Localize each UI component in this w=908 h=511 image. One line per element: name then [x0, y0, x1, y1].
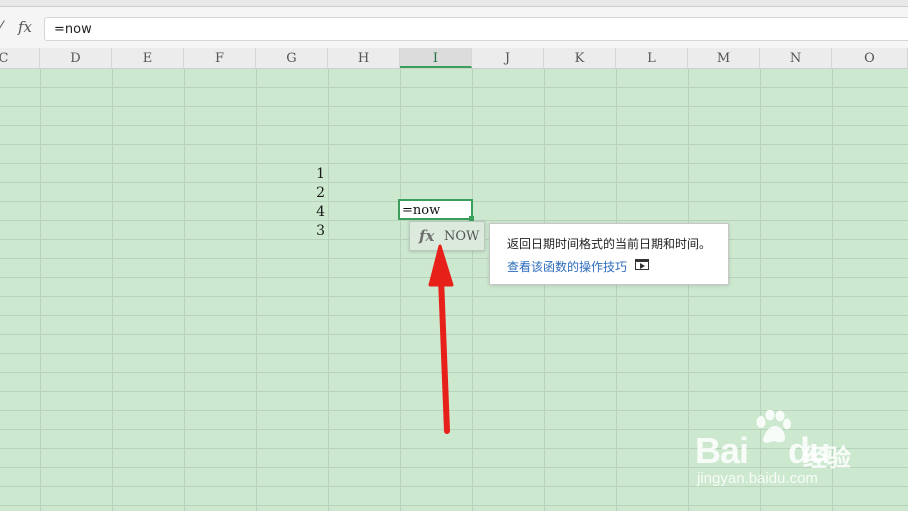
grid-row-line [0, 467, 908, 468]
grid-row-line [0, 486, 908, 487]
grid-row-line [0, 391, 908, 392]
grid-column-line [832, 69, 833, 511]
column-header-n[interactable]: N [760, 48, 832, 68]
grid-row-line [0, 258, 908, 259]
function-description: 返回日期时间格式的当前日期和时间。 [507, 237, 712, 251]
formula-cancel-icon[interactable]: ⁄ [0, 19, 10, 35]
video-play-icon[interactable] [635, 259, 649, 270]
top-strip [0, 0, 908, 7]
grid-column-line [40, 69, 41, 511]
formula-bar: ⁄ fx =now [0, 7, 908, 48]
grid-row-line [0, 315, 908, 316]
fx-icon: fx [419, 227, 435, 245]
grid-row-line [0, 410, 908, 411]
column-header-e[interactable]: E [112, 48, 184, 68]
cell-h-row-1[interactable]: 1 [285, 166, 325, 182]
grid-row-line [0, 296, 908, 297]
grid-row-line [0, 353, 908, 354]
grid-column-line [400, 69, 401, 511]
column-header-k[interactable]: K [544, 48, 616, 68]
grid-column-line [184, 69, 185, 511]
grid-row-line [0, 448, 908, 449]
cell-grid[interactable] [0, 69, 908, 511]
grid-row-line [0, 125, 908, 126]
column-header-d[interactable]: D [40, 48, 112, 68]
grid-row-line [0, 182, 908, 183]
column-header-o[interactable]: O [832, 48, 908, 68]
grid-row-line [0, 429, 908, 430]
column-header-m[interactable]: M [688, 48, 760, 68]
function-name[interactable]: NOW [444, 229, 479, 244]
insert-function-icon[interactable]: fx [18, 18, 32, 36]
column-header-j[interactable]: J [472, 48, 544, 68]
grid-row-line [0, 144, 908, 145]
grid-column-line [544, 69, 545, 511]
grid-row-line [0, 106, 908, 107]
grid-row-line [0, 505, 908, 506]
grid-column-line [688, 69, 689, 511]
grid-row-line [0, 372, 908, 373]
grid-column-line [112, 69, 113, 511]
column-header-h[interactable]: H [328, 48, 400, 68]
cell-h-row-4[interactable]: 3 [285, 223, 325, 239]
grid-column-line [760, 69, 761, 511]
column-header-i[interactable]: I [400, 48, 472, 68]
cell-h-row-2[interactable]: 2 [285, 185, 325, 201]
function-tips-link[interactable]: 查看该函数的操作技巧 [507, 258, 627, 275]
function-tooltip: 返回日期时间格式的当前日期和时间。 查看该函数的操作技巧 [489, 223, 729, 285]
formula-input[interactable]: =now [44, 17, 908, 41]
column-header-c[interactable]: C [0, 48, 40, 68]
grid-column-line [256, 69, 257, 511]
column-headers: C D E F G H I J K L M N O [0, 48, 908, 69]
grid-row-line [0, 334, 908, 335]
grid-column-line [328, 69, 329, 511]
column-header-g[interactable]: G [256, 48, 328, 68]
cell-h-row-3[interactable]: 4 [285, 204, 325, 220]
grid-row-line [0, 277, 908, 278]
column-header-f[interactable]: F [184, 48, 256, 68]
column-header-l[interactable]: L [616, 48, 688, 68]
active-cell-editor[interactable]: =now [398, 199, 473, 220]
grid-row-line [0, 87, 908, 88]
grid-row-line [0, 163, 908, 164]
grid-column-line [616, 69, 617, 511]
function-autocomplete[interactable]: fx NOW [409, 221, 485, 251]
grid-column-line [472, 69, 473, 511]
